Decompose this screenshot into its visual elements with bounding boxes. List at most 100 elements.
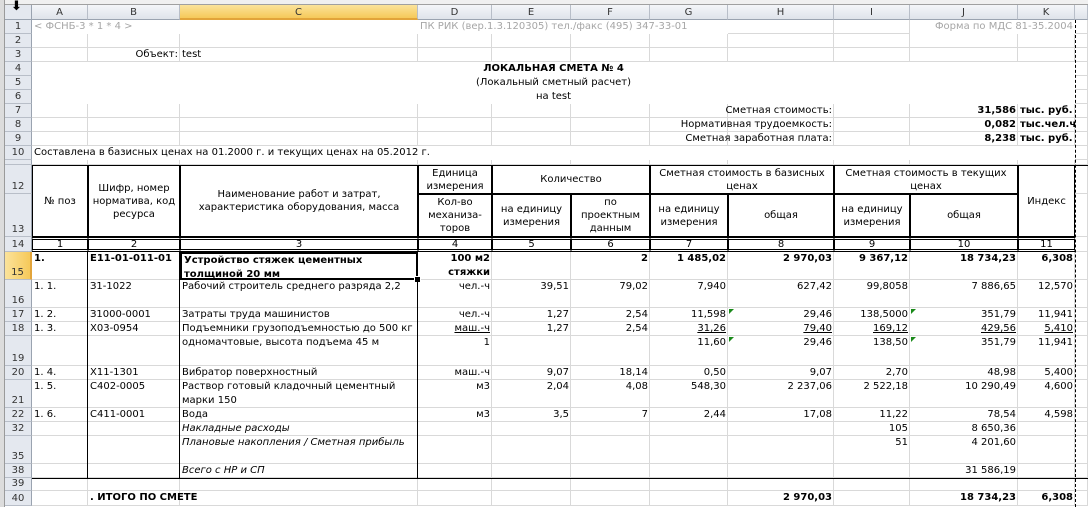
cell-I17[interactable]: 138,5000 bbox=[834, 308, 910, 322]
row-header-2[interactable]: 2 bbox=[5, 34, 32, 48]
cell-F20[interactable]: 18,14 bbox=[571, 366, 650, 380]
cell-G12[interactable]: Сметная стоимость в базисных ценах bbox=[650, 165, 834, 194]
cell-E22[interactable]: 3,5 bbox=[492, 408, 571, 422]
cell-B12[interactable]: Шифр, номер норматива, код ресурса bbox=[88, 165, 180, 237]
row-header-21[interactable]: 21 bbox=[5, 380, 32, 408]
cell-A5[interactable]: (Локальный сметный расчет) bbox=[32, 76, 1075, 90]
cell-J35[interactable]: 4 201,60 bbox=[910, 436, 1018, 464]
cell-A16[interactable]: 1. 1. bbox=[32, 280, 88, 308]
cell-I35[interactable]: 51 bbox=[834, 436, 910, 464]
cell-B19[interactable] bbox=[88, 336, 180, 366]
cell-C21[interactable]: Раствор готовый кладочный цементный марк… bbox=[180, 380, 418, 408]
cell-E21[interactable]: 2,04 bbox=[492, 380, 571, 408]
row-header-16[interactable]: 16 bbox=[5, 280, 32, 308]
cell-J16[interactable]: 7 886,65 bbox=[910, 280, 1018, 308]
cell-D17[interactable]: чел.-ч bbox=[418, 308, 492, 322]
cell-K21[interactable]: 4,600 bbox=[1018, 380, 1075, 408]
row-header-38[interactable]: 38 bbox=[5, 464, 32, 478]
row-header-22[interactable]: 22 bbox=[5, 408, 32, 422]
row-header-3[interactable]: 3 bbox=[5, 48, 32, 62]
cell-E12[interactable]: Количество bbox=[492, 165, 650, 194]
cell-F18[interactable]: 2,54 bbox=[571, 322, 650, 336]
cell-J21[interactable]: 10 290,49 bbox=[910, 380, 1018, 408]
column-header-I[interactable]: I bbox=[834, 5, 910, 20]
cell-E7[interactable]: Сметная стоимость: bbox=[492, 104, 834, 118]
cell-I38[interactable] bbox=[834, 464, 910, 478]
cell-I22[interactable]: 11,22 bbox=[834, 408, 910, 422]
cell-F19[interactable] bbox=[571, 336, 650, 366]
cell-D12[interactable]: Единица измерения bbox=[418, 165, 492, 194]
cell-G15[interactable]: 1 485,02 bbox=[650, 252, 728, 280]
cell-D22[interactable]: м3 bbox=[418, 408, 492, 422]
row-header-35[interactable]: 35 bbox=[5, 436, 32, 464]
cell-C35[interactable]: Плановые накопления / Сметная прибыль bbox=[180, 436, 418, 464]
cell-H17[interactable]: 29,46 bbox=[728, 308, 834, 322]
cell-I21[interactable]: 2 522,18 bbox=[834, 380, 910, 408]
cell-C22[interactable]: Вода bbox=[180, 408, 418, 422]
cell-A14[interactable]: 1 bbox=[32, 237, 88, 252]
cell-K19[interactable]: 11,941 bbox=[1018, 336, 1075, 366]
cell-C15[interactable]: Устройство стяжек цементных толщиной 20 … bbox=[180, 252, 418, 280]
column-header-next[interactable] bbox=[1075, 5, 1088, 20]
cell-E17[interactable]: 1,27 bbox=[492, 308, 571, 322]
cell-B16[interactable]: З1-1022 bbox=[88, 280, 180, 308]
column-header-D[interactable]: D bbox=[418, 5, 492, 20]
row-header-9[interactable]: 9 bbox=[5, 132, 32, 146]
cell-D19[interactable]: 1 bbox=[418, 336, 492, 366]
cell-G22[interactable]: 2,44 bbox=[650, 408, 728, 422]
cell-I13[interactable]: на единицу измерения bbox=[834, 194, 910, 237]
cell-B14[interactable]: 2 bbox=[88, 237, 180, 252]
cell-G17[interactable]: 11,598 bbox=[650, 308, 728, 322]
row-header-18[interactable]: 18 bbox=[5, 322, 32, 336]
cell-D21[interactable]: м3 bbox=[418, 380, 492, 408]
cell-J40[interactable]: 18 734,23 bbox=[910, 491, 1018, 506]
cell-J17[interactable]: 351,79 bbox=[910, 308, 1018, 322]
cell-J1[interactable]: Форма по МДС 81-35.2004 bbox=[910, 20, 1075, 34]
cell-E9[interactable]: Сметная заработная плата: bbox=[492, 132, 834, 146]
cell-A12[interactable]: № поз bbox=[32, 165, 88, 237]
cell-I19[interactable]: 138,50 bbox=[834, 336, 910, 366]
cell-A20[interactable]: 1. 4. bbox=[32, 366, 88, 380]
row-header-10[interactable]: 10 bbox=[5, 146, 32, 160]
cell-F21[interactable]: 4,08 bbox=[571, 380, 650, 408]
cell-A18[interactable]: 1. 3. bbox=[32, 322, 88, 336]
cell-K14[interactable]: 11 bbox=[1018, 237, 1075, 252]
cell-B3[interactable]: Объект: bbox=[88, 48, 180, 62]
cell-G16[interactable]: 7,940 bbox=[650, 280, 728, 308]
cell-C38[interactable]: Всего с НР и СП bbox=[180, 464, 418, 478]
cell-E38[interactable] bbox=[492, 464, 571, 478]
cell-E16[interactable]: 39,51 bbox=[492, 280, 571, 308]
row-header-5[interactable]: 5 bbox=[5, 76, 32, 90]
cell-D14[interactable]: 4 bbox=[418, 237, 492, 252]
cell-A19[interactable] bbox=[32, 336, 88, 366]
cell-A17[interactable]: 1. 2. bbox=[32, 308, 88, 322]
cell-J38[interactable]: 31 586,19 bbox=[910, 464, 1018, 478]
cell-J9[interactable]: 8,238 bbox=[910, 132, 1018, 146]
cell-G13[interactable]: на единицу измерения bbox=[650, 194, 728, 237]
column-header-K[interactable]: K bbox=[1018, 5, 1075, 20]
cell-B18[interactable]: Х03-0954 bbox=[88, 322, 180, 336]
cell-A10[interactable]: Составлена в базисных ценах на 01.2000 г… bbox=[32, 146, 1075, 160]
cell-H22[interactable]: 17,08 bbox=[728, 408, 834, 422]
cell-K22[interactable]: 4,598 bbox=[1018, 408, 1075, 422]
cell-H19[interactable]: 29,46 bbox=[728, 336, 834, 366]
cell-A35[interactable] bbox=[32, 436, 88, 464]
cell-D18[interactable]: маш.-ч bbox=[418, 322, 492, 336]
cell-D38[interactable] bbox=[418, 464, 492, 478]
cell-K15[interactable]: 6,308 bbox=[1018, 252, 1075, 280]
cell-G38[interactable] bbox=[650, 464, 728, 478]
cell-B15[interactable]: Е11-01-011-01 bbox=[88, 252, 180, 280]
row-header-12[interactable]: 12 bbox=[5, 165, 32, 194]
cell-H32[interactable] bbox=[728, 422, 834, 436]
error-indicator-icon[interactable] bbox=[911, 337, 916, 342]
error-indicator-icon[interactable] bbox=[729, 337, 734, 342]
row-header-8[interactable]: 8 bbox=[5, 118, 32, 132]
cell-H35[interactable] bbox=[728, 436, 834, 464]
cell-B32[interactable] bbox=[88, 422, 180, 436]
cell-H14[interactable]: 8 bbox=[728, 237, 834, 252]
cell-A1[interactable]: < ФСНБ-3 * 1 * 4 > bbox=[32, 20, 418, 34]
cell-G20[interactable]: 0,50 bbox=[650, 366, 728, 380]
cell-G14[interactable]: 7 bbox=[650, 237, 728, 252]
column-header-H[interactable]: H bbox=[728, 5, 834, 20]
cell-G32[interactable] bbox=[650, 422, 728, 436]
